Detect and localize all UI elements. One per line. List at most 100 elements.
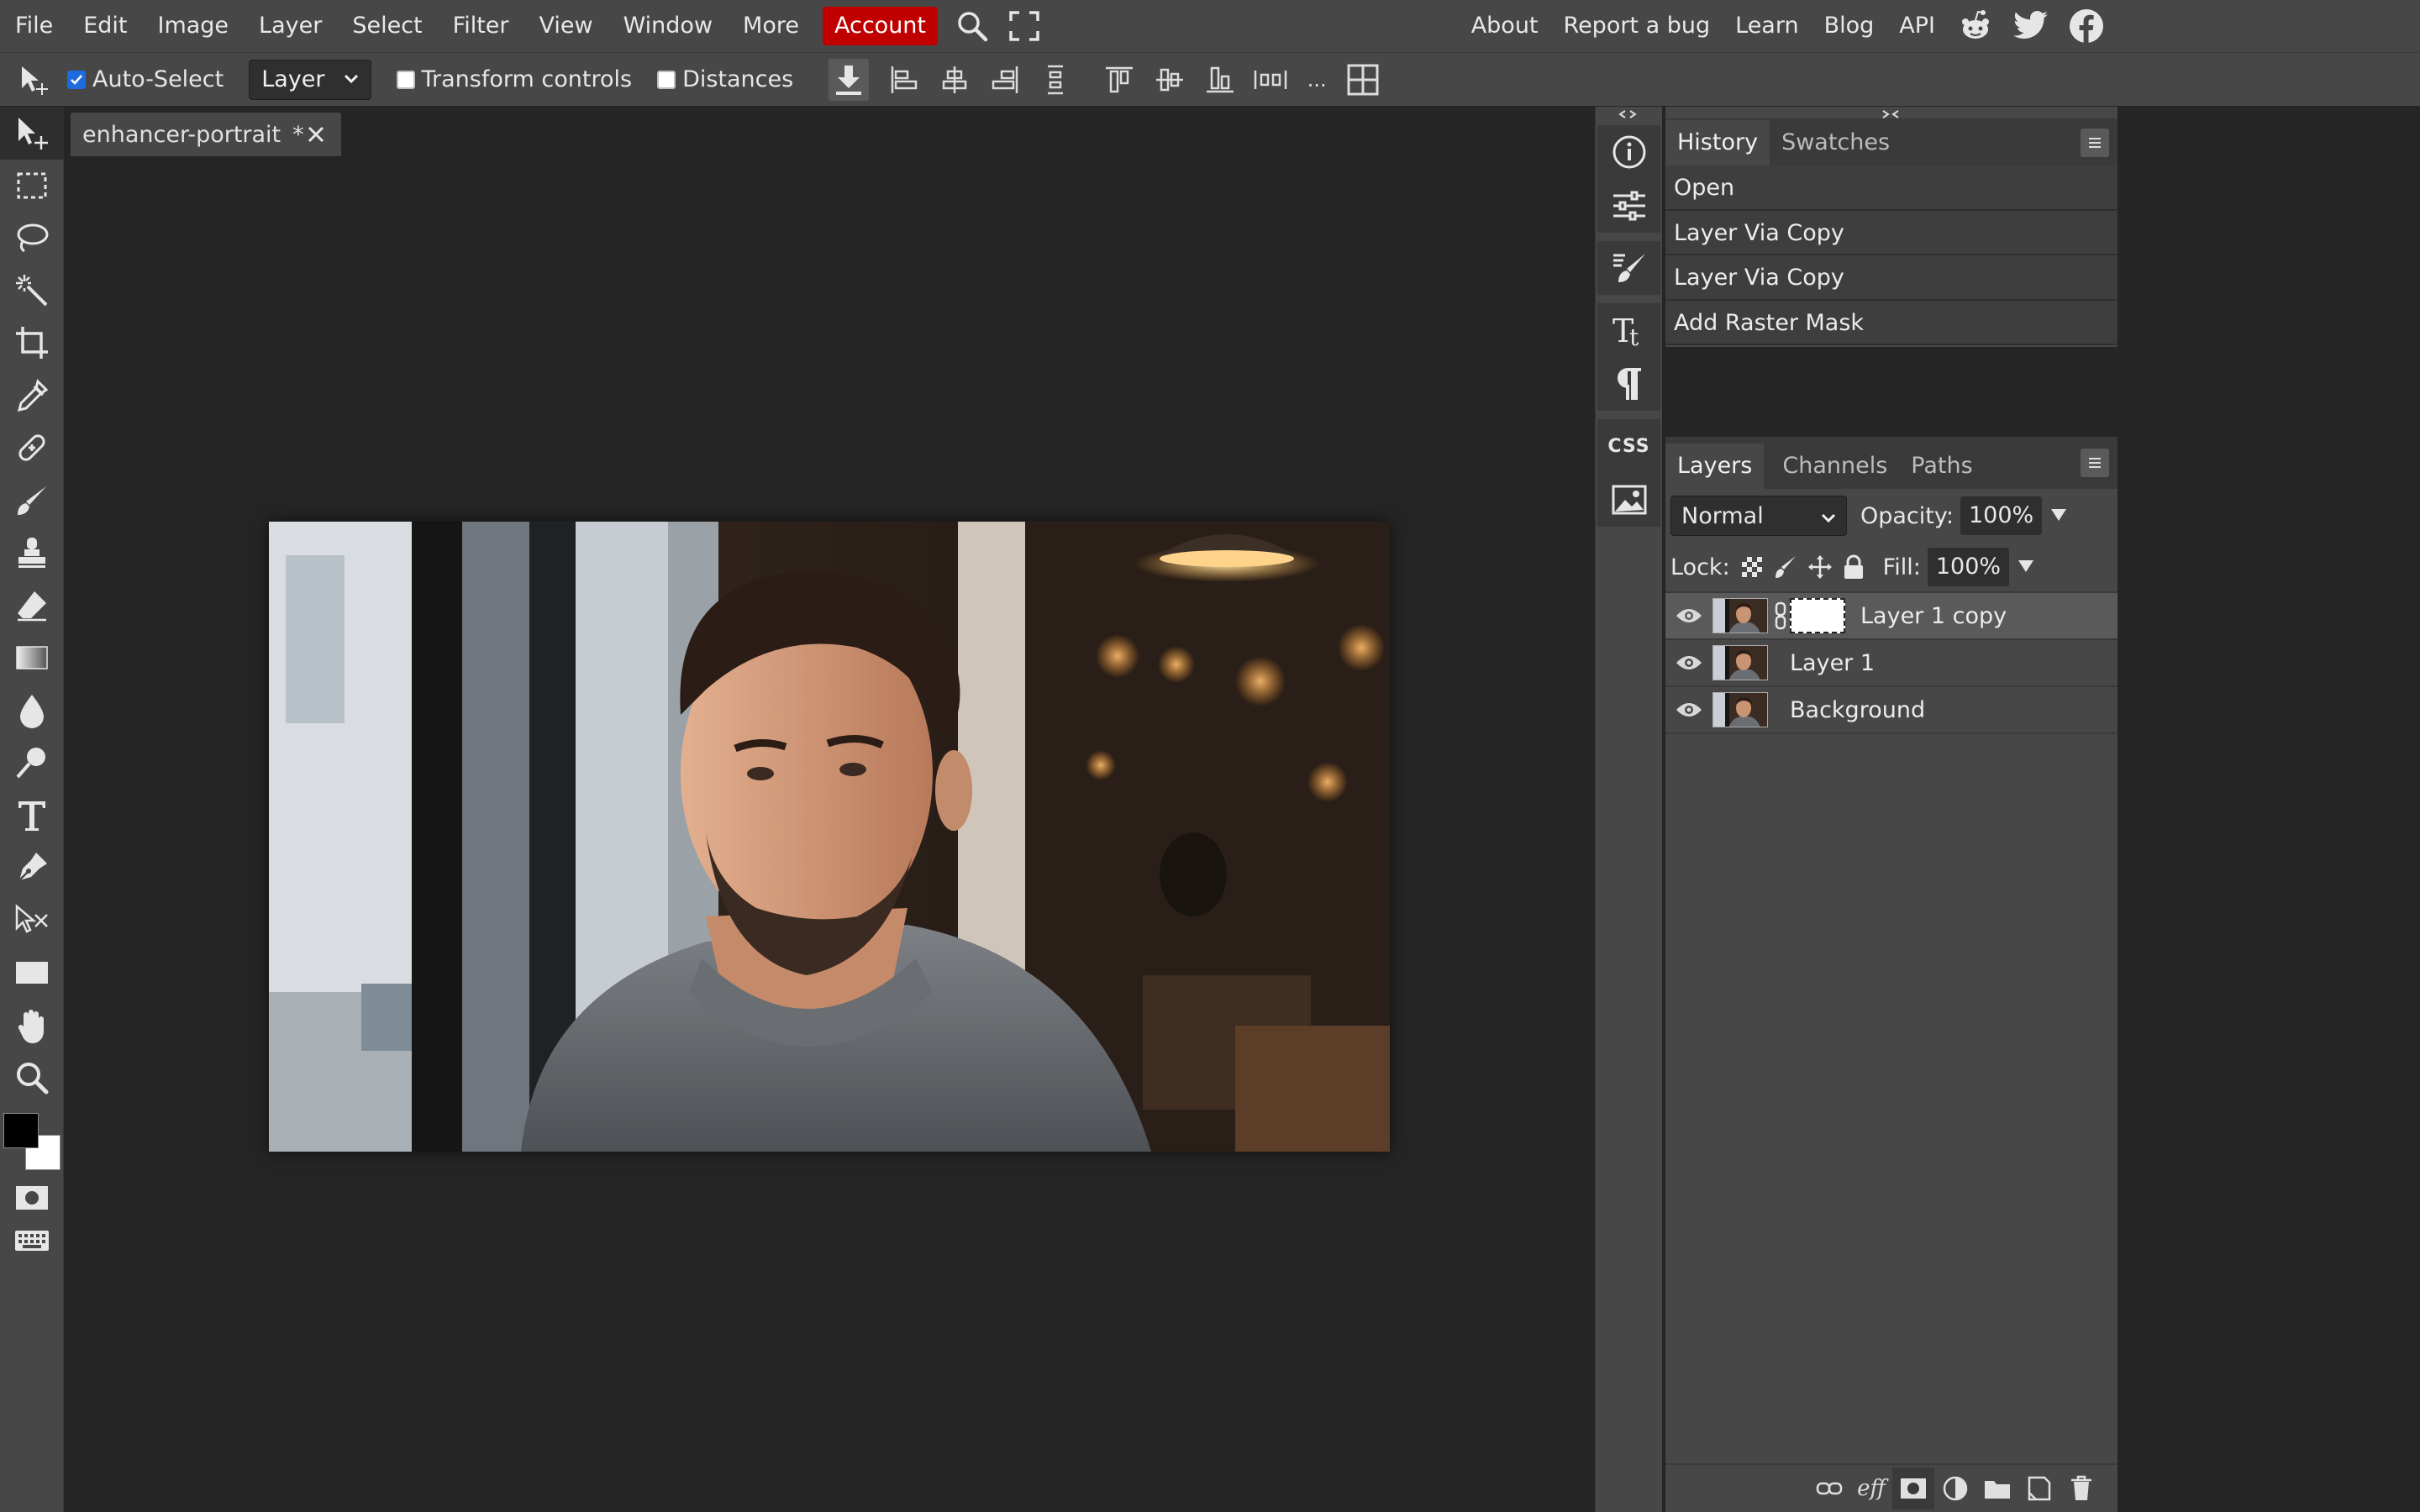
brush-icon[interactable] [0, 475, 64, 528]
rectangle-shape-icon[interactable] [0, 947, 64, 1000]
crop-icon[interactable] [0, 317, 64, 370]
menu-api[interactable]: API [1886, 7, 1948, 45]
foreground-color-swatch[interactable] [3, 1112, 39, 1148]
transform-controls-checkbox[interactable] [396, 70, 415, 89]
gradient-icon[interactable] [0, 632, 64, 685]
healing-brush-icon[interactable] [0, 422, 64, 475]
eye-icon[interactable] [1665, 607, 1712, 624]
account-button[interactable]: Account [822, 7, 938, 45]
distribute-vertical-icon[interactable] [1245, 55, 1296, 105]
facebook-icon[interactable] [2059, 0, 2114, 52]
move-tool-options-icon[interactable] [0, 55, 67, 105]
distances-option[interactable]: Distances [657, 66, 793, 92]
grid-icon[interactable] [1338, 55, 1388, 105]
menu-report-bug[interactable]: Report a bug [1551, 7, 1723, 45]
panel-menu-icon[interactable] [2081, 449, 2109, 477]
menu-layer[interactable]: Layer [244, 7, 337, 45]
auto-select-checkbox[interactable] [67, 70, 86, 89]
menu-select[interactable]: Select [337, 7, 437, 45]
menu-window[interactable]: Window [608, 7, 728, 45]
text-tool-icon[interactable] [0, 790, 64, 843]
layer-effects-button[interactable]: eff [1850, 1467, 1892, 1509]
adjustment-layer-icon[interactable] [1934, 1467, 1976, 1509]
eye-icon[interactable] [1665, 701, 1712, 718]
menu-more[interactable]: More [728, 7, 814, 45]
download-icon[interactable] [829, 58, 870, 101]
link-layers-icon[interactable] [1808, 1467, 1850, 1509]
blur-drop-icon[interactable] [0, 685, 64, 738]
history-item[interactable]: Open [1665, 165, 2118, 211]
tab-channels[interactable]: Channels [1764, 444, 1899, 489]
eye-icon[interactable] [1665, 654, 1712, 671]
align-middle-icon[interactable] [1144, 55, 1195, 105]
tab-paths[interactable]: Paths [1899, 444, 1984, 489]
dodge-icon[interactable] [0, 737, 64, 790]
menu-image[interactable]: Image [142, 7, 244, 45]
lock-pixels-icon[interactable] [1774, 554, 1797, 580]
magic-wand-icon[interactable] [0, 265, 64, 318]
close-icon[interactable] [301, 119, 331, 150]
fill-dropdown-icon[interactable] [2018, 557, 2034, 578]
tab-layers[interactable]: Layers [1665, 444, 1765, 489]
link-mask-icon[interactable] [1771, 601, 1790, 630]
new-layer-icon[interactable] [2018, 1467, 2060, 1509]
zoom-icon[interactable] [0, 1052, 64, 1105]
search-icon[interactable] [946, 0, 998, 52]
blend-mode-select[interactable]: Normal [1670, 496, 1847, 536]
paragraph-icon[interactable] [1597, 357, 1660, 411]
auto-select-option[interactable]: Auto-Select [67, 66, 224, 92]
lasso-icon[interactable] [0, 212, 64, 265]
align-top-icon[interactable] [1094, 55, 1144, 105]
align-right-icon[interactable] [980, 55, 1030, 105]
tab-history[interactable]: History [1665, 120, 1770, 165]
panel-menu-icon[interactable] [2081, 129, 2109, 157]
distribute-horizontal-icon[interactable] [1030, 55, 1081, 105]
layer-row[interactable]: Background [1665, 687, 2118, 734]
auto-select-target-select[interactable]: Layer [249, 59, 371, 100]
layer-row[interactable]: Layer 1 [1665, 640, 2118, 687]
align-left-icon[interactable] [879, 55, 929, 105]
lock-all-icon[interactable] [1843, 554, 1865, 580]
lock-transparency-icon[interactable] [1740, 555, 1764, 579]
collapse-left-icon[interactable] [1618, 107, 1638, 120]
menu-file[interactable]: File [0, 7, 68, 45]
distances-checkbox[interactable] [657, 70, 676, 89]
twitter-icon[interactable] [2003, 0, 2059, 52]
pen-tool-icon[interactable] [0, 842, 64, 895]
eraser-icon[interactable] [0, 580, 64, 633]
quick-mask-icon[interactable] [0, 1172, 64, 1225]
fullscreen-icon[interactable] [998, 0, 1050, 52]
reddit-icon[interactable] [1948, 0, 2003, 52]
menu-filter[interactable]: Filter [438, 7, 524, 45]
keyboard-icon[interactable] [0, 1224, 64, 1257]
menu-learn[interactable]: Learn [1723, 7, 1811, 45]
character-icon[interactable]: Tt [1597, 303, 1660, 357]
menu-blog[interactable]: Blog [1812, 7, 1887, 45]
menu-view[interactable]: View [524, 7, 608, 45]
lock-position-icon[interactable] [1807, 554, 1833, 580]
menu-about[interactable]: About [1459, 7, 1551, 45]
marquee-select-icon[interactable] [0, 160, 64, 213]
folder-icon[interactable] [1976, 1467, 2018, 1509]
layer-mask-thumbnail[interactable] [1790, 598, 1845, 633]
fill-input[interactable]: 100% [1927, 548, 2010, 586]
canvas-image[interactable] [269, 522, 1390, 1152]
menu-edit[interactable]: Edit [68, 7, 142, 45]
move-tool-icon[interactable] [0, 107, 64, 160]
align-bottom-icon[interactable] [1195, 55, 1245, 105]
path-select-icon[interactable] [0, 895, 64, 948]
brush-settings-icon[interactable] [1597, 241, 1660, 295]
history-item[interactable]: Layer Via Copy [1665, 210, 2118, 255]
info-icon[interactable] [1597, 125, 1660, 179]
css-icon[interactable]: CSS [1597, 419, 1660, 473]
layer-row[interactable]: Layer 1 copy [1665, 593, 2118, 640]
clone-stamp-icon[interactable] [0, 527, 64, 580]
history-item[interactable]: Add Raster Mask [1665, 300, 2118, 345]
trash-icon[interactable] [2060, 1467, 2102, 1509]
document-tab[interactable]: enhancer-portrait * [71, 113, 341, 156]
align-center-horizontal-icon[interactable] [929, 55, 980, 105]
image-icon[interactable] [1597, 473, 1660, 527]
opacity-input[interactable]: 100% [1960, 496, 2043, 535]
more-options-button[interactable]: ... [1296, 55, 1338, 105]
opacity-dropdown-icon[interactable] [2050, 506, 2067, 527]
